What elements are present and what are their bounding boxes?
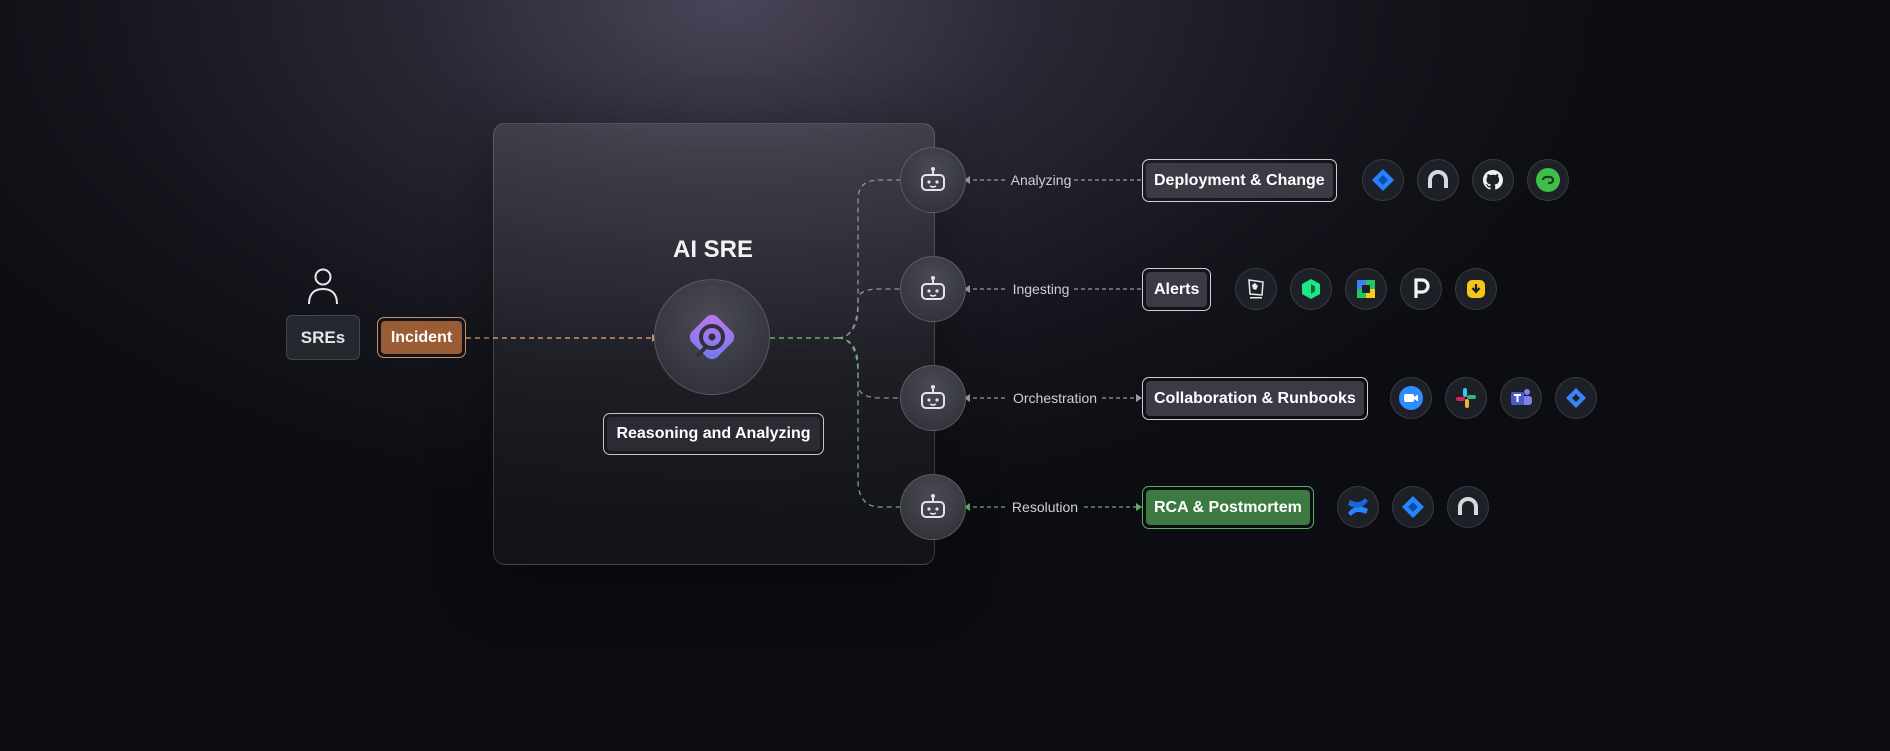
robot-icon [921,276,945,300]
link-logo-icon[interactable] [1527,159,1569,201]
teams-icon[interactable] [1500,377,1542,419]
zoom-icon[interactable] [1390,377,1432,419]
agent-analyzing[interactable] [900,147,966,213]
edge-label-orchestration: Orchestration [1012,390,1098,406]
ai-sre-core[interactable] [654,279,770,395]
ring-logo-icon[interactable] [1447,486,1489,528]
newrelic-icon[interactable] [1290,268,1332,310]
sres-box[interactable]: SREs [286,315,360,360]
category-deployment-label: Deployment & Change [1146,163,1333,198]
opsgenie-icon[interactable] [1455,268,1497,310]
slack-icon[interactable] [1445,377,1487,419]
pagerduty-icon[interactable] [1400,268,1442,310]
robot-icon [921,167,945,191]
cube-logo-icon[interactable] [1345,268,1387,310]
robot-icon [921,494,945,518]
category-rca-label: RCA & Postmortem [1146,490,1310,525]
datadog-icon[interactable] [1235,268,1277,310]
category-collaboration[interactable]: Collaboration & Runbooks [1142,377,1368,420]
incident-badge[interactable]: Incident [377,317,466,358]
jira-icon[interactable] [1392,486,1434,528]
category-rca[interactable]: RCA & Postmortem [1142,486,1314,529]
edge-label-ingesting: Ingesting [1012,281,1070,297]
incident-label: Incident [381,321,462,354]
diamond-logo-icon[interactable] [1555,377,1597,419]
agent-orchestration[interactable] [900,365,966,431]
github-icon[interactable] [1472,159,1514,201]
robot-icon [921,385,945,409]
confluence-icon[interactable] [1337,486,1379,528]
reasoning-badge[interactable]: Reasoning and Analyzing [603,413,824,455]
category-collaboration-label: Collaboration & Runbooks [1146,381,1364,416]
category-deployment[interactable]: Deployment & Change [1142,159,1337,202]
jira-icon[interactable] [1362,159,1404,201]
sres-label: SREs [300,327,346,347]
edge-label-analyzing: Analyzing [1010,172,1072,188]
person-icon [308,268,338,305]
reasoning-label: Reasoning and Analyzing [607,417,820,451]
agent-ingesting[interactable] [900,256,966,322]
category-alerts[interactable]: Alerts [1142,268,1212,311]
category-alerts-label: Alerts [1146,272,1208,307]
agent-resolution[interactable] [900,474,966,540]
ai-sre-logo-icon [689,314,735,360]
edge-label-resolution: Resolution [1011,499,1079,515]
ring-logo-icon[interactable] [1417,159,1459,201]
ai-sre-title: AI SRE [672,236,753,263]
